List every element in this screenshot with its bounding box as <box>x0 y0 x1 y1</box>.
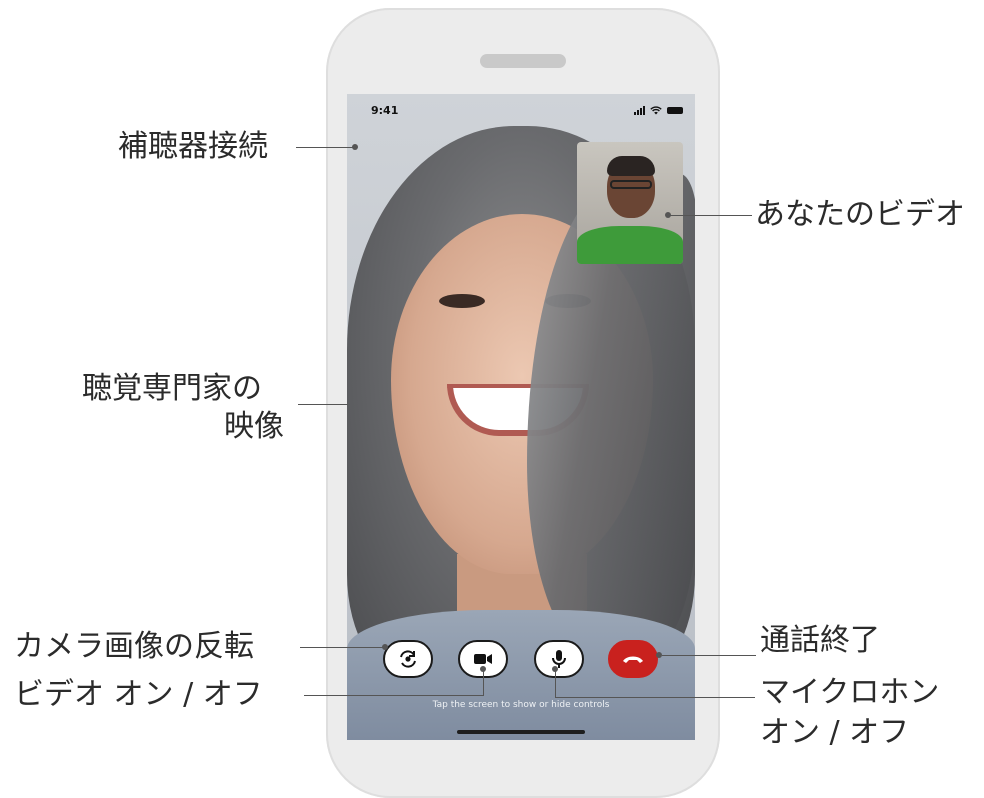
callout-line <box>662 655 756 656</box>
video-call-screen[interactable]: 9:41 Tap the screen to show or hide cont… <box>347 94 695 740</box>
flip-camera-button[interactable] <box>383 640 433 678</box>
callout-dot <box>480 666 486 672</box>
mic-toggle-button[interactable] <box>534 640 584 678</box>
callout-video-toggle: ビデオ オン / オフ <box>14 677 263 712</box>
callout-your-video: あなたのビデオ <box>755 197 965 232</box>
video-camera-icon <box>474 654 492 664</box>
flip-camera-icon <box>400 650 416 668</box>
controls-hint: Tap the screen to show or hide controls <box>432 700 610 710</box>
callout-mic-line1: マイクロホン <box>760 675 940 710</box>
remote-video-eye <box>439 294 485 308</box>
status-time: 9:41 <box>371 104 399 117</box>
self-video-preview[interactable] <box>577 142 683 264</box>
end-call-button[interactable] <box>608 640 658 678</box>
callout-line <box>300 647 384 648</box>
signal-icon <box>634 106 645 115</box>
callout-flip-camera: カメラ画像の反転 <box>14 629 254 664</box>
wifi-icon <box>650 106 662 115</box>
self-video-glasses <box>610 180 652 189</box>
callout-dot <box>552 666 558 672</box>
callout-dot <box>352 144 358 150</box>
callout-dot <box>656 652 662 658</box>
battery-icon <box>667 107 683 114</box>
callout-line <box>296 147 354 148</box>
callout-line <box>555 697 755 698</box>
callout-line <box>670 215 752 216</box>
callout-hearing-aid-connection: 補聴器接続 <box>118 129 268 164</box>
callout-dot <box>665 212 671 218</box>
self-video-shirt <box>577 226 683 264</box>
status-icons <box>634 106 683 115</box>
callout-mic-line2: オン / オフ <box>760 715 910 750</box>
home-indicator[interactable] <box>457 730 585 734</box>
callout-end-call: 通話終了 <box>760 623 880 658</box>
phone-hangup-icon <box>623 656 643 663</box>
callout-line <box>304 695 483 696</box>
callout-line <box>555 670 556 698</box>
callout-professional-video-line1: 聴覚専門家の <box>82 371 262 406</box>
self-video-hair <box>607 156 655 176</box>
callout-professional-video-line2: 映像 <box>224 409 284 444</box>
callout-line <box>483 670 484 696</box>
phone-speaker <box>480 54 566 68</box>
callout-dot <box>382 644 388 650</box>
callout-line <box>298 404 348 405</box>
